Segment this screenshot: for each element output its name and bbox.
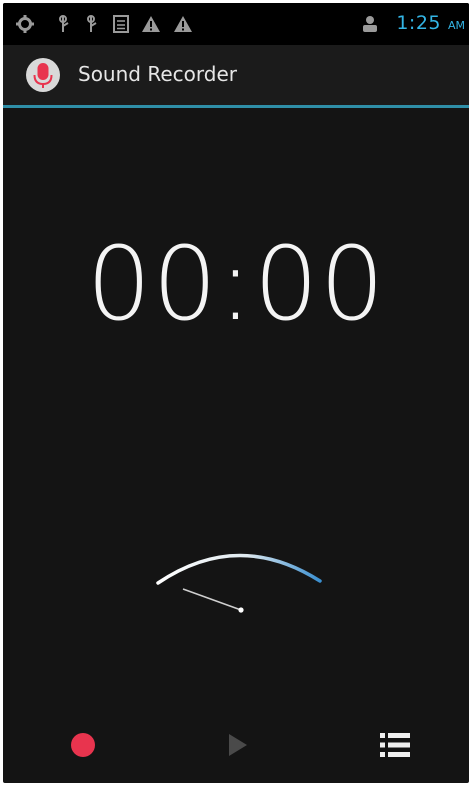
status-ampm: AM	[447, 19, 465, 32]
usb-icon	[59, 15, 69, 32]
account-icon	[363, 16, 377, 32]
vu-meter-needle	[182, 588, 242, 611]
settings-icon	[16, 15, 34, 33]
vu-meter	[156, 553, 322, 613]
vu-meter-arc	[156, 553, 322, 585]
record-button[interactable]	[61, 723, 105, 767]
list-icon	[380, 733, 410, 757]
app-screen: 1:25 AM Sound Recorder 00:00	[3, 3, 469, 783]
warning-icon	[142, 16, 160, 32]
usb-icon	[87, 15, 97, 32]
vu-meter-pivot	[238, 607, 244, 613]
status-bar: 1:25 AM	[3, 3, 469, 45]
microphone-icon[interactable]	[25, 57, 61, 93]
warning-icon	[174, 16, 192, 32]
action-bar-divider	[3, 105, 469, 108]
record-icon	[71, 733, 95, 757]
sd-card-icon	[113, 15, 129, 33]
recordings-list-button[interactable]	[373, 723, 417, 767]
status-time: 1:25	[396, 12, 441, 34]
playback-controls	[3, 708, 469, 778]
play-button[interactable]	[215, 723, 259, 767]
play-icon	[229, 734, 247, 756]
action-bar: Sound Recorder	[3, 45, 469, 105]
app-title: Sound Recorder	[78, 62, 237, 86]
recording-timer: 00:00	[86, 225, 386, 344]
